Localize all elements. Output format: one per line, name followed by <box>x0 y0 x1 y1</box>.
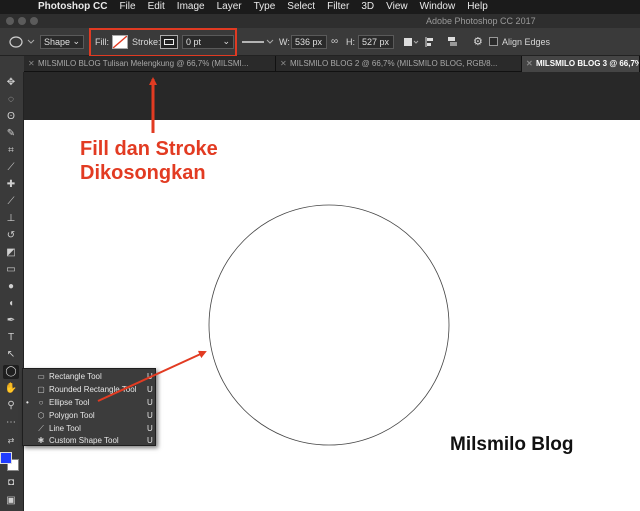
ellipse-shape[interactable] <box>208 204 450 446</box>
annotation-arrow-diagonal <box>97 350 207 402</box>
canvas-overlay <box>97 77 450 446</box>
